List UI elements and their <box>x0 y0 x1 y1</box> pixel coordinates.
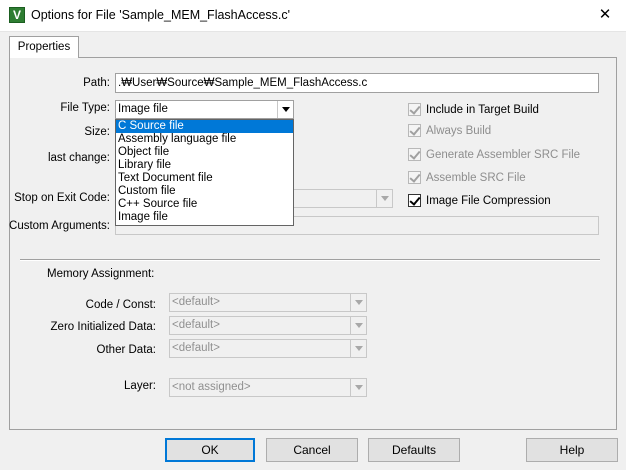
other-data-label: Other Data: <box>96 344 156 356</box>
file-type-label: File Type: <box>60 102 110 114</box>
code-const-select[interactable]: <default> <box>169 293 367 312</box>
checkbox-box[interactable] <box>408 124 421 137</box>
checkbox-box[interactable] <box>408 171 421 184</box>
zero-init-select[interactable]: <default> <box>169 316 367 335</box>
generate-src-label: Generate Assembler SRC File <box>426 149 581 161</box>
file-type-select[interactable]: Image file <box>115 100 294 119</box>
chevron-down-icon[interactable] <box>350 294 366 311</box>
include-in-build-label: Include in Target Build <box>426 104 539 116</box>
image-compression-label: Image File Compression <box>426 195 551 207</box>
app-icon: V <box>9 7 25 23</box>
dropdown-option[interactable]: C Source file <box>116 120 293 133</box>
layer-select[interactable]: <not assigned> <box>169 378 367 397</box>
chevron-down-icon[interactable] <box>277 101 293 118</box>
chevron-down-icon[interactable] <box>350 379 366 396</box>
path-field[interactable]: .₩User₩Source₩Sample_MEM_FlashAccess.c <box>115 73 599 93</box>
checkbox-box[interactable] <box>408 103 421 116</box>
always-build-label: Always Build <box>426 125 492 137</box>
memory-assignment-heading: Memory Assignment: <box>47 268 155 280</box>
title-bar[interactable]: V Options for File 'Sample_MEM_FlashAcce… <box>0 0 626 32</box>
zero-init-label: Zero Initialized Data: <box>50 321 156 333</box>
dropdown-option[interactable]: C++ Source file <box>116 198 293 211</box>
stop-on-exit-label: Stop on Exit Code: <box>14 192 110 204</box>
cancel-button[interactable]: Cancel <box>266 438 358 462</box>
code-const-value: <default> <box>172 296 220 308</box>
dropdown-option[interactable]: Library file <box>116 159 293 172</box>
separator <box>20 259 600 261</box>
layer-value: <not assigned> <box>172 381 251 393</box>
dropdown-option[interactable]: Assembly language file <box>116 133 293 146</box>
defaults-button[interactable]: Defaults <box>368 438 460 462</box>
dropdown-option[interactable]: Object file <box>116 146 293 159</box>
file-type-dropdown-list[interactable]: C Source file Assembly language file Obj… <box>115 119 294 226</box>
code-const-label: Code / Const: <box>85 299 156 311</box>
ok-button[interactable]: OK <box>165 438 255 462</box>
chevron-down-icon[interactable] <box>350 340 366 357</box>
checkbox-box[interactable] <box>408 148 421 161</box>
custom-args-label: Custom Arguments: <box>9 220 110 232</box>
checkmark-icon <box>409 103 421 115</box>
size-label: Size: <box>84 126 110 138</box>
checkbox-box[interactable] <box>408 194 421 207</box>
last-change-label: last change: <box>47 152 110 164</box>
other-data-value: <default> <box>172 342 220 354</box>
checkmark-icon <box>409 194 421 206</box>
checkmark-icon <box>409 124 421 136</box>
other-data-select[interactable]: <default> <box>169 339 367 358</box>
layer-label: Layer: <box>124 380 156 392</box>
assemble-src-label: Assemble SRC File <box>426 172 526 184</box>
checkmark-icon <box>409 148 421 160</box>
chevron-down-icon[interactable] <box>376 190 392 207</box>
zero-init-value: <default> <box>172 319 220 331</box>
dropdown-option[interactable]: Image file <box>116 211 293 224</box>
dropdown-option[interactable]: Custom file <box>116 185 293 198</box>
close-icon[interactable]: ✕ <box>592 4 618 26</box>
chevron-down-icon[interactable] <box>350 317 366 334</box>
window-title: Options for File 'Sample_MEM_FlashAccess… <box>31 8 291 22</box>
file-type-value: Image file <box>118 103 168 115</box>
help-button[interactable]: Help <box>526 438 618 462</box>
dropdown-option[interactable]: Text Document file <box>116 172 293 185</box>
path-label: Path: <box>83 77 110 89</box>
tab-properties[interactable]: Properties <box>9 36 79 58</box>
checkmark-icon <box>409 171 421 183</box>
